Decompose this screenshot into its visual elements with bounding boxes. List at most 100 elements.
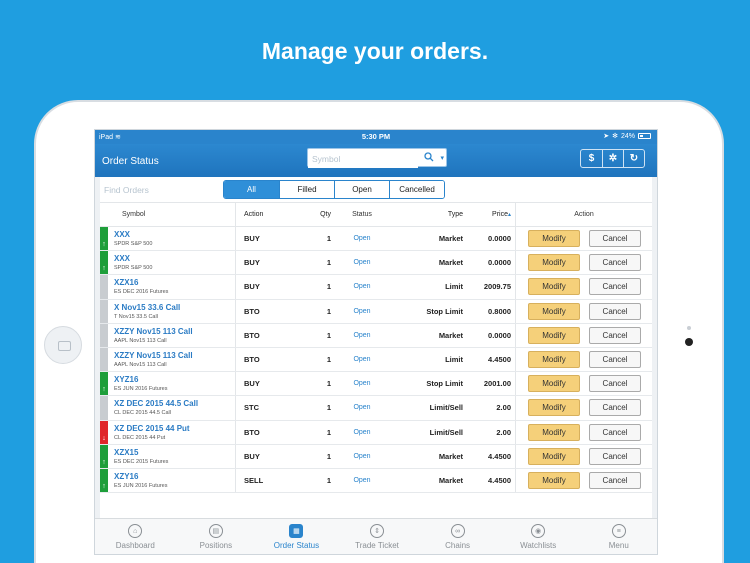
cancel-button[interactable]: Cancel [589, 302, 641, 320]
dollar-button[interactable]: $ [581, 150, 602, 167]
symbol-cell[interactable]: XXX SPDR S&P 500 [108, 251, 236, 275]
symbol-search-input[interactable] [308, 150, 418, 168]
symbol-cell[interactable]: XZ DEC 2015 44 Put CL DEC 2015 44 Put [108, 420, 236, 444]
symbol-link[interactable]: XZ DEC 2015 44 Put [114, 424, 235, 433]
symbol-link[interactable]: XXX [114, 230, 235, 239]
order-status: Open [353, 404, 371, 412]
table-row[interactable]: ↑ XYZ16 ES JUN 2016 Futures BUY 1 Open Stop Li… [100, 372, 652, 397]
order-type: Limit/Sell [429, 427, 463, 437]
modify-button[interactable]: Modify [528, 447, 580, 465]
tab-dashboard[interactable]: ⌂ Dashboard [95, 519, 176, 554]
tab-label: Trade Ticket [355, 541, 399, 550]
symbol-cell[interactable]: XZZY Nov15 113 Call AAPL Nov15 113 Call [108, 347, 236, 372]
col-action[interactable]: Action [236, 211, 286, 218]
tab-label: Order Status [273, 541, 320, 550]
segment-cancelled[interactable]: Cancelled [389, 181, 444, 198]
segment-open[interactable]: Open [334, 181, 389, 198]
refresh-button[interactable]: ↻ [623, 150, 644, 167]
symbol-cell[interactable]: X Nov15 33.6 Call T Nov15 33.5 Call [108, 299, 236, 323]
tab-order-status[interactable]: ▦ Order Status [256, 519, 337, 554]
chevron-down-icon[interactable]: ▾ [440, 154, 444, 162]
symbol-link[interactable]: XYZ16 [114, 375, 235, 384]
trend-up-icon: ↑ [100, 444, 108, 468]
table-row[interactable]: ↑ XXX SPDR S&P 500 BUY 1 Open Market 0.0000 Modi… [100, 227, 652, 252]
modify-button[interactable]: Modify [528, 375, 580, 393]
table-row[interactable]: XZX16 ES DEC 2016 Futures BUY 1 Open Limit 200… [100, 275, 652, 300]
symbol-link[interactable]: X Nov15 33.6 Call [114, 303, 235, 312]
symbol-cell[interactable]: XZX16 ES DEC 2016 Futures [108, 275, 236, 299]
col-type[interactable]: Type [393, 211, 463, 218]
cancel-button[interactable]: Cancel [589, 399, 641, 417]
order-type: Market [438, 451, 463, 461]
cancel-button[interactable]: Cancel [589, 471, 641, 489]
tab-trade-ticket[interactable]: ⇕ Trade Ticket [337, 519, 418, 554]
trend-none-icon [100, 299, 108, 323]
col-status[interactable]: Status [331, 211, 393, 218]
table-row[interactable]: X Nov15 33.6 Call T Nov15 33.5 Call BTO 1 Op… [100, 299, 652, 324]
symbol-link[interactable]: XZX15 [114, 448, 235, 457]
table-row[interactable]: XZZY Nov15 113 Call AAPL Nov15 113 Call BT… [100, 323, 652, 348]
order-type: Limit [445, 355, 463, 365]
symbol-link[interactable]: XZY16 [114, 472, 235, 481]
symbol-cell[interactable]: XZ DEC 2015 44.5 Call CL DEC 2015 44.5 Ca… [108, 396, 236, 420]
tab-positions[interactable]: ▤ Positions [176, 519, 257, 554]
order-action: BTO [244, 427, 260, 437]
tab-menu[interactable]: ≡ Menu [578, 519, 657, 554]
table-row[interactable]: ↓ XZ DEC 2015 44 Put CL DEC 2015 44 Put BTO… [100, 420, 652, 445]
cancel-button[interactable]: Cancel [589, 254, 641, 272]
modify-button[interactable]: Modify [528, 423, 580, 441]
table-row[interactable]: ↑ XZX15 ES DEC 2015 Futures BUY 1 Open Market 4… [100, 444, 652, 469]
symbol-cell[interactable]: XZY16 ES JUN 2016 Futures [108, 468, 236, 493]
find-orders-input[interactable] [104, 181, 214, 199]
tab-watchlists[interactable]: ◉ Watchlists [498, 519, 579, 554]
symbol-link[interactable]: XZZY Nov15 113 Call [114, 327, 235, 336]
modify-button[interactable]: Modify [528, 230, 580, 248]
cancel-button[interactable]: Cancel [589, 326, 641, 344]
segment-filled[interactable]: Filled [279, 181, 334, 198]
symbol-cell[interactable]: XZZY Nov15 113 Call AAPL Nov15 113 Call [108, 323, 236, 347]
tab-label: Chains [445, 541, 471, 550]
order-action: SELL [244, 475, 264, 485]
modify-button[interactable]: Modify [528, 254, 580, 272]
symbol-cell[interactable]: XZX15 ES DEC 2015 Futures [108, 444, 236, 468]
tab-chains[interactable]: ∞ Chains [417, 519, 498, 554]
cancel-button[interactable]: Cancel [589, 230, 641, 248]
cancel-button[interactable]: Cancel [589, 423, 641, 441]
symbol-link[interactable]: XZ DEC 2015 44.5 Call [114, 399, 235, 408]
table-row[interactable]: ↑ XZY16 ES JUN 2016 Futures SELL 1 Open Market… [100, 468, 652, 494]
cancel-button[interactable]: Cancel [589, 375, 641, 393]
home-button[interactable] [44, 326, 82, 364]
order-status-icon: ▦ [289, 524, 304, 538]
table-row[interactable]: ↑ XXX SPDR S&P 500 BUY 1 Open Market 0.0000 Modi… [100, 251, 652, 276]
symbol-cell[interactable]: XYZ16 ES JUN 2016 Futures [108, 372, 236, 396]
cancel-button[interactable]: Cancel [589, 447, 641, 465]
cancel-button[interactable]: Cancel [589, 278, 641, 296]
modify-button[interactable]: Modify [528, 399, 580, 417]
settings-button[interactable]: ✲ [602, 150, 623, 167]
order-action: BTO [244, 355, 260, 365]
modify-button[interactable]: Modify [528, 471, 580, 489]
col-qty[interactable]: Qty [286, 211, 331, 218]
col-price[interactable]: Price ▴ [463, 203, 516, 226]
order-type: Market [438, 258, 463, 268]
table-row[interactable]: XZ DEC 2015 44.5 Call CL DEC 2015 44.5 Ca… [100, 396, 652, 421]
modify-button[interactable]: Modify [528, 278, 580, 296]
symbol-cell[interactable]: XXX SPDR S&P 500 [108, 227, 236, 251]
order-qty: 1 [326, 451, 331, 461]
table-row[interactable]: XZZY Nov15 113 Call AAPL Nov15 113 Call BT… [100, 347, 652, 373]
status-bar: iPad ≋ 5:30 PM ➤ ✻ 24% [95, 130, 657, 144]
modify-button[interactable]: Modify [528, 302, 580, 320]
symbol-link[interactable]: XZX16 [114, 278, 235, 287]
symbol-link[interactable]: XZZY Nov15 113 Call [114, 351, 235, 360]
segment-all[interactable]: All [224, 181, 279, 198]
trend-up-icon: ↑ [100, 468, 108, 493]
symbol-search[interactable]: ▾ [307, 148, 447, 168]
search-icon[interactable] [424, 152, 434, 162]
modify-button[interactable]: Modify [528, 351, 580, 369]
modify-button[interactable]: Modify [528, 326, 580, 344]
symbol-link[interactable]: XXX [114, 254, 235, 263]
col-actions: Action [574, 211, 594, 218]
cancel-button[interactable]: Cancel [589, 351, 641, 369]
col-symbol[interactable]: Symbol [108, 203, 236, 226]
camera-dot [685, 338, 693, 346]
